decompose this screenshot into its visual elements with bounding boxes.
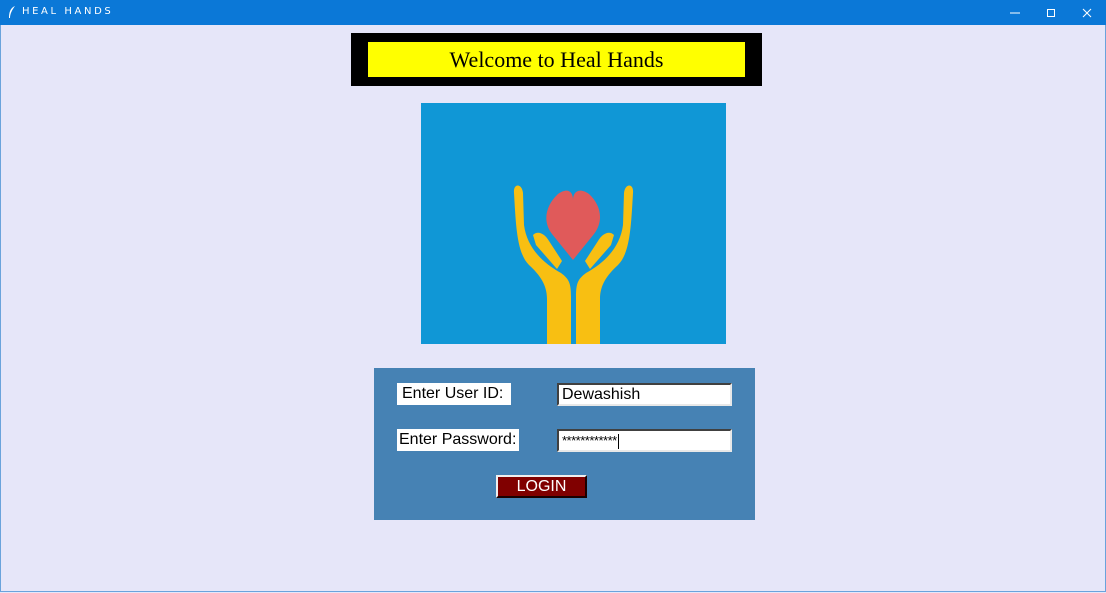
welcome-banner: Welcome to Heal Hands	[351, 33, 762, 86]
minimize-icon	[1010, 12, 1020, 13]
password-value: ************	[562, 433, 617, 448]
close-icon	[1082, 8, 1092, 17]
welcome-title: Welcome to Heal Hands	[449, 46, 664, 72]
logo-image	[421, 103, 726, 344]
text-cursor	[617, 434, 619, 450]
maximize-icon	[1047, 8, 1055, 17]
user-id-input[interactable]: Dewashish	[557, 383, 732, 406]
window-title: HEAL HANDS	[22, 6, 114, 17]
password-input[interactable]: ************	[557, 429, 732, 452]
welcome-banner-box: Welcome to Heal Hands	[366, 40, 747, 79]
minimize-button[interactable]	[997, 0, 1033, 25]
user-id-value: Dewashish	[562, 386, 641, 403]
close-button[interactable]	[1069, 0, 1105, 25]
user-id-label: Enter User ID:	[397, 383, 511, 405]
maximize-button[interactable]	[1033, 0, 1069, 25]
heart-in-hands-icon	[513, 185, 634, 344]
login-button[interactable]: LOGIN	[496, 475, 587, 498]
login-panel: Enter User ID: Dewashish Enter Password:…	[374, 368, 755, 520]
feather-icon	[9, 6, 15, 18]
password-label: Enter Password:	[397, 429, 519, 451]
title-bar: HEAL HANDS	[0, 0, 1106, 25]
